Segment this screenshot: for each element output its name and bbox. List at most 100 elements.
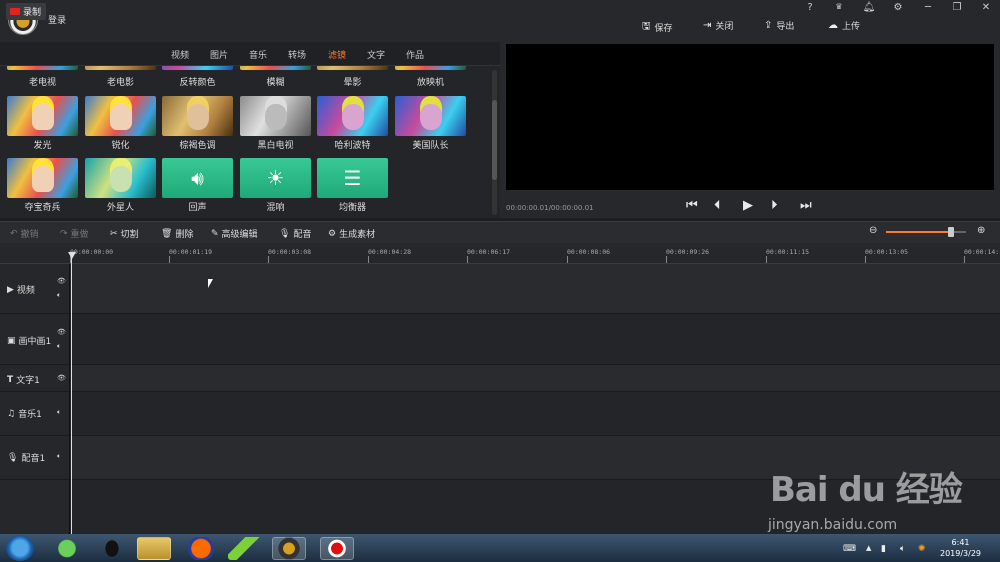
next-frame-icon[interactable]: ⏵ (771, 198, 778, 213)
prev-frame-icon[interactable]: ⏴ (714, 198, 721, 213)
network-icon[interactable]: ✺ (918, 544, 926, 554)
taskbar-app-firefox[interactable] (184, 537, 218, 560)
track-lane-pip[interactable] (70, 314, 1000, 365)
cut-button[interactable]: ✂ 切割 (110, 227, 139, 241)
undo-icon: ↶ (10, 228, 18, 239)
speaker-icon[interactable]: 🔈︎ (57, 291, 61, 300)
filter-label: 老电影 (106, 78, 134, 88)
minimize-icon[interactable]: ─ (921, 2, 935, 13)
taskbar-app-green[interactable] (50, 537, 84, 560)
tab-image[interactable]: 图片 (210, 48, 228, 61)
filter-thumb-blur[interactable] (240, 66, 311, 70)
volume-icon[interactable]: 🔈︎ (900, 544, 905, 554)
filter-thumb-treasure[interactable] (7, 158, 78, 198)
tab-music[interactable]: 音乐 (249, 48, 267, 61)
bell-icon[interactable]: 🔔︎ (862, 2, 876, 13)
taskbar-app-qq[interactable] (95, 537, 129, 560)
ruler-tick (567, 256, 568, 263)
filter-thumb-captain-america[interactable] (395, 96, 466, 136)
delete-button[interactable]: 🗑︎ 删除 (161, 227, 194, 241)
clock-time: 6:41 (951, 538, 970, 547)
taskbar-app-player[interactable] (228, 537, 262, 560)
filter-scrollbar[interactable] (492, 70, 497, 215)
vip-icon[interactable]: ♛ (832, 2, 846, 11)
delete-label: 删除 (175, 230, 194, 240)
eye-icon[interactable]: 👁︎ (57, 328, 66, 336)
track-header-pip: ▣ 画中画1 👁︎ 🔈︎ (0, 314, 70, 365)
filter-thumb-vignette[interactable] (317, 66, 388, 70)
filter-thumb-projector[interactable] (395, 66, 466, 70)
filter-thumb-echo[interactable]: 🔊︎ (162, 158, 233, 198)
speaker-icon[interactable]: 🔈︎ (57, 342, 61, 351)
save-button[interactable]: 🖫︎ 保存 (642, 19, 673, 36)
filter-thumb-invert[interactable] (162, 66, 233, 70)
tab-filter[interactable]: 滤镜 (328, 48, 346, 61)
playhead-line[interactable] (71, 252, 72, 534)
upload-button[interactable]: ☁ 上传 (828, 19, 860, 32)
track-lane-video[interactable] (70, 264, 1000, 314)
tab-text[interactable]: 文字 (367, 48, 385, 61)
filter-thumb-alien[interactable] (85, 158, 156, 198)
edit-toolbar (0, 221, 1000, 243)
filter-thumb-sepia[interactable] (162, 96, 233, 136)
filter-thumb-glow[interactable] (7, 96, 78, 136)
filter-panel: 老电视 老电影 反转颜色 模糊 晕影 放映机 发光 锐化 棕褐色调 黑白电视 哈… (0, 66, 500, 218)
filter-thumb-sharpen[interactable] (85, 96, 156, 136)
watermark-url: jingyan.baidu.com (768, 517, 898, 533)
start-button[interactable] (6, 535, 34, 561)
filter-thumb-reverb[interactable]: ☀ (240, 158, 311, 198)
zoom-slider-handle[interactable] (948, 227, 954, 237)
filter-thumb-old-tv[interactable] (7, 66, 78, 70)
eye-icon[interactable]: 👁︎ (57, 374, 66, 382)
speaker-icon[interactable]: 🔈︎ (57, 452, 61, 461)
filter-thumb-equalizer[interactable]: ☰ (317, 158, 388, 198)
filter-thumb-old-film[interactable] (85, 66, 156, 70)
speaker-icon[interactable]: 🔈︎ (57, 408, 61, 417)
filter-thumb-harry-potter[interactable] (317, 96, 388, 136)
keyboard-icon[interactable]: ⌨ (843, 544, 856, 554)
taskbar-app-editor[interactable] (272, 537, 306, 560)
close-icon[interactable]: ✕ (979, 2, 993, 13)
taskbar-app-recorder[interactable] (320, 537, 354, 560)
track-label: 配音1 (21, 454, 46, 464)
tab-video[interactable]: 视频 (171, 48, 189, 61)
skip-start-icon[interactable]: ⏮ (686, 198, 698, 213)
generate-material-button[interactable]: ⚙ 生成素材 (328, 227, 375, 241)
tray-expand-icon[interactable]: ▲ (866, 544, 871, 552)
filter-label: 老电视 (28, 78, 56, 88)
track-lane-music[interactable] (70, 392, 1000, 436)
filter-label: 夺宝奇兵 (24, 203, 61, 213)
zoom-in-icon[interactable]: ⊕ (977, 225, 985, 236)
restore-icon[interactable]: ❐ (950, 2, 964, 13)
undo-button[interactable]: ↶ 撤销 (10, 227, 39, 241)
close-project-label: 关闭 (715, 22, 734, 32)
redo-button[interactable]: ↷ 重做 (60, 227, 89, 241)
track-label: 画中画1 (18, 337, 52, 347)
record-button[interactable]: 录制 (6, 3, 46, 20)
track-lane-text[interactable] (70, 365, 1000, 392)
filter-thumb-bw-tv[interactable] (240, 96, 311, 136)
tab-transition[interactable]: 转场 (288, 48, 306, 61)
play-icon[interactable]: ▶ (743, 198, 753, 213)
zoom-out-icon[interactable]: ⊖ (869, 225, 877, 236)
dub-button[interactable]: 🎙︎ 配音 (279, 227, 311, 241)
taskbar-app-explorer[interactable] (137, 537, 171, 560)
help-icon[interactable]: ? (803, 2, 817, 13)
advanced-edit-button[interactable]: ✎ 高级编辑 (211, 227, 258, 241)
export-button[interactable]: ⇪ 导出 (764, 19, 794, 32)
undo-label: 撤销 (20, 230, 39, 240)
playhead-handle[interactable] (68, 252, 76, 259)
gear-icon[interactable]: ⚙ (891, 2, 905, 13)
close-project-button[interactable]: ⇥ 关闭 (703, 19, 733, 32)
battery-icon[interactable]: ▮ (881, 544, 886, 554)
taskbar-clock[interactable]: 6:41 2019/3/29 (940, 537, 981, 559)
scrollbar-thumb[interactable] (492, 100, 497, 180)
save-icon: 🖫︎ (642, 21, 651, 32)
preview-screen[interactable] (506, 44, 994, 190)
tab-works[interactable]: 作品 (406, 48, 424, 61)
login-link[interactable]: 登录 (48, 13, 66, 26)
eye-icon[interactable]: 👁︎ (57, 277, 66, 285)
track-header-video: ▶ 视频 👁︎ 🔈︎ (0, 264, 70, 314)
skip-end-icon[interactable]: ⏭ (800, 198, 812, 213)
close-doc-icon: ⇥ (703, 20, 712, 31)
